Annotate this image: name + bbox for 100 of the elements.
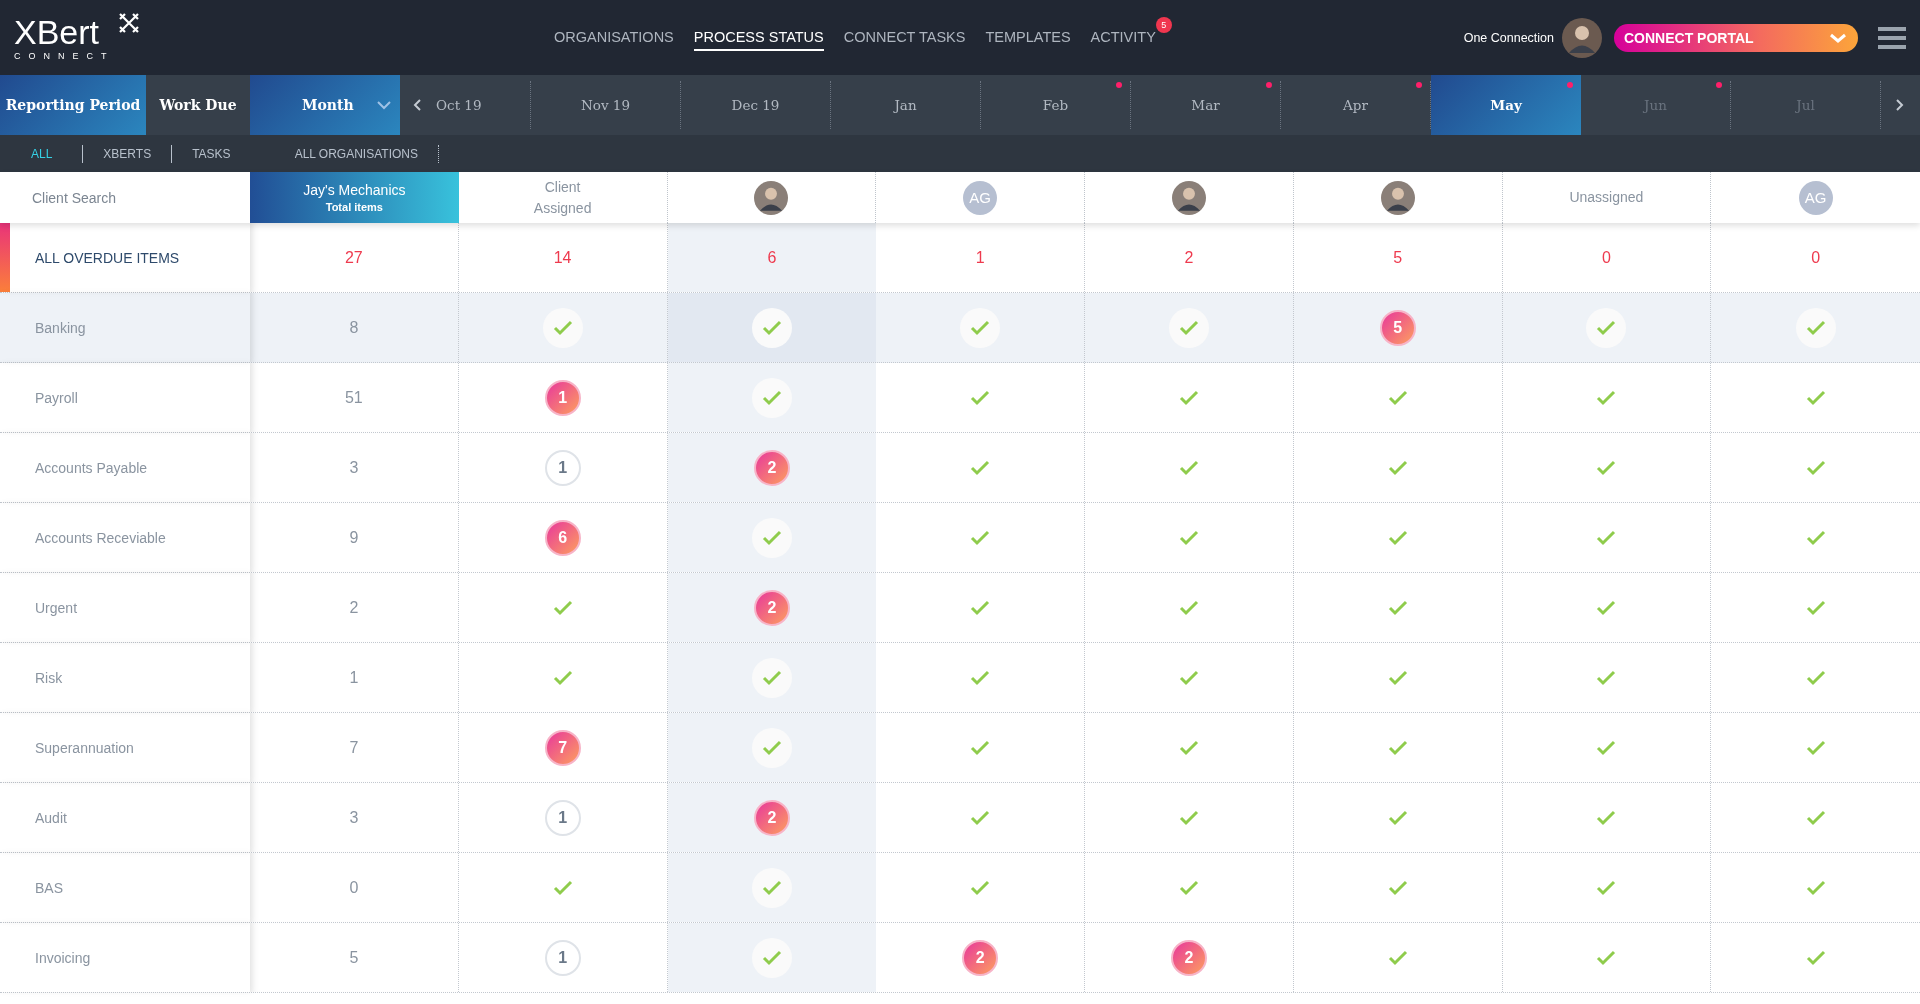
table-row[interactable]: BAS 0	[0, 853, 1920, 923]
row-label: Audit	[35, 809, 67, 826]
period-tab[interactable]: Reporting Period	[0, 75, 146, 135]
search-field[interactable]: Client Search	[30, 188, 214, 207]
table-row[interactable]: Risk 1	[0, 643, 1920, 713]
nav-link[interactable]: PROCESS STATUS	[693, 24, 824, 51]
table-row[interactable]: Invoicing 5 1 2 2	[0, 923, 1920, 993]
menu-icon[interactable]	[1878, 24, 1906, 51]
nav-link[interactable]: ORGANISATIONS	[554, 24, 674, 51]
row-label: Risk	[35, 669, 63, 686]
table-cell: 27	[250, 223, 459, 292]
check-icon	[751, 657, 792, 698]
avatar	[1562, 17, 1602, 58]
table-row[interactable]: Accounts Receviable 9 6	[0, 503, 1920, 573]
table-cell: 51	[250, 363, 459, 432]
table-row[interactable]: Accounts Payable 3 1 2	[0, 433, 1920, 503]
month-tab[interactable]: Oct 19	[422, 81, 531, 129]
table-cell: 3	[250, 433, 459, 502]
check-icon	[751, 517, 792, 558]
nav-link[interactable]: TEMPLATES	[985, 24, 1071, 51]
table-row[interactable]: Superannuation 7 7	[0, 713, 1920, 783]
row-label: Accounts Payable	[35, 459, 148, 476]
table-cell: 3	[250, 783, 459, 852]
check-icon	[542, 307, 583, 348]
table-row[interactable]: Banking 8 5	[0, 293, 1920, 363]
count-badge[interactable]: 1	[544, 799, 581, 836]
table-cell-text: 0	[1810, 247, 1822, 268]
column-title: Client Assigned	[532, 177, 593, 218]
month-tab[interactable]: Mar	[1131, 81, 1281, 129]
filter-tab[interactable]: XBERTS	[83, 144, 173, 163]
overdue-marker	[0, 223, 10, 292]
row-label: Accounts Receviable	[35, 529, 166, 546]
check-icon	[751, 937, 792, 978]
table-cell: 14	[458, 223, 668, 292]
table-cell: 6	[667, 223, 877, 292]
filter-tab[interactable]: TASKS	[172, 144, 275, 163]
count-badge[interactable]: 2	[962, 939, 999, 976]
table-cell: 2	[1085, 223, 1294, 292]
month-tab[interactable]: Jan	[831, 81, 981, 129]
table-cell: 1	[876, 223, 1085, 292]
table-row[interactable]: ALL OVERDUE ITEMS 27 14 6 1 2 5 0 0	[0, 223, 1920, 293]
column-title: Jay's Mechanics	[303, 182, 406, 198]
filter-tab[interactable]: ALL	[20, 144, 84, 163]
table-cell: 9	[250, 503, 459, 572]
count-badge[interactable]: 6	[544, 519, 581, 556]
nav-link[interactable]: CONNECT TASKS	[843, 24, 966, 51]
check-icon	[751, 307, 792, 348]
table-cell: 5	[1293, 223, 1503, 292]
logo-tagline: CONNECT	[14, 50, 115, 61]
check-icon	[1795, 307, 1836, 348]
row-label: ALL OVERDUE ITEMS	[35, 249, 180, 266]
count-badge[interactable]: 1	[544, 449, 581, 486]
initials-avatar: AG	[963, 180, 998, 215]
month-tab[interactable]: May	[1431, 75, 1581, 135]
table-cell: 1	[250, 643, 459, 712]
table-cell: 7	[250, 713, 459, 782]
count-badge[interactable]: 2	[753, 589, 790, 626]
check-icon	[1586, 307, 1627, 348]
row-label: BAS	[35, 879, 63, 896]
logo-wordmark: XBert	[14, 14, 101, 49]
month-tab[interactable]: Feb	[981, 81, 1131, 129]
row-label: Banking	[35, 319, 86, 336]
table-row[interactable]: Urgent 2 2	[0, 573, 1920, 643]
check-icon	[751, 377, 792, 418]
count-badge[interactable]: 2	[1170, 939, 1207, 976]
portal-dropdown[interactable]: CONNECT PORTAL	[1614, 23, 1858, 52]
count-badge[interactable]: 5	[1379, 309, 1416, 346]
count-badge[interactable]: 1	[544, 939, 581, 976]
user-name: One Connection	[1463, 30, 1554, 45]
initials-avatar: AG	[1798, 180, 1833, 215]
row-label: Urgent	[35, 599, 78, 616]
check-icon	[960, 307, 1001, 348]
logo-mark-icon	[116, 10, 141, 35]
chevron-left-icon[interactable]	[412, 98, 422, 112]
chevron-right-icon[interactable]	[1895, 98, 1905, 112]
month-tab[interactable]: Nov 19	[531, 81, 681, 129]
check-icon	[1168, 307, 1209, 348]
row-label: Superannuation	[35, 739, 134, 756]
row-label: Invoicing	[35, 949, 91, 966]
month-tab[interactable]: Dec 19	[681, 81, 831, 129]
count-badge[interactable]: 1	[544, 379, 581, 416]
table-cell: 0	[1502, 223, 1712, 292]
check-icon	[751, 867, 792, 908]
filter-tab[interactable]: ALL ORGANISATIONS	[274, 144, 439, 163]
table-row[interactable]: Payroll 51 1	[0, 363, 1920, 433]
count-badge[interactable]: 7	[544, 729, 581, 766]
nav-link[interactable]: ACTIVITY	[1090, 24, 1156, 51]
chevron-down-icon	[376, 98, 392, 112]
avatar	[1380, 180, 1415, 215]
avatar	[754, 180, 789, 215]
notification-badge: 5	[1155, 16, 1172, 33]
count-badge[interactable]: 2	[753, 799, 790, 836]
column-title: Unassigned	[1569, 188, 1644, 207]
period-dropdown[interactable]: Month	[250, 75, 400, 135]
check-icon	[751, 727, 792, 768]
row-label: Payroll	[35, 389, 78, 406]
column-subtitle: Total items	[325, 201, 383, 213]
count-badge[interactable]: 2	[753, 449, 790, 486]
table-row[interactable]: Audit 3 1 2	[0, 783, 1920, 853]
table-cell: 8	[250, 293, 459, 362]
